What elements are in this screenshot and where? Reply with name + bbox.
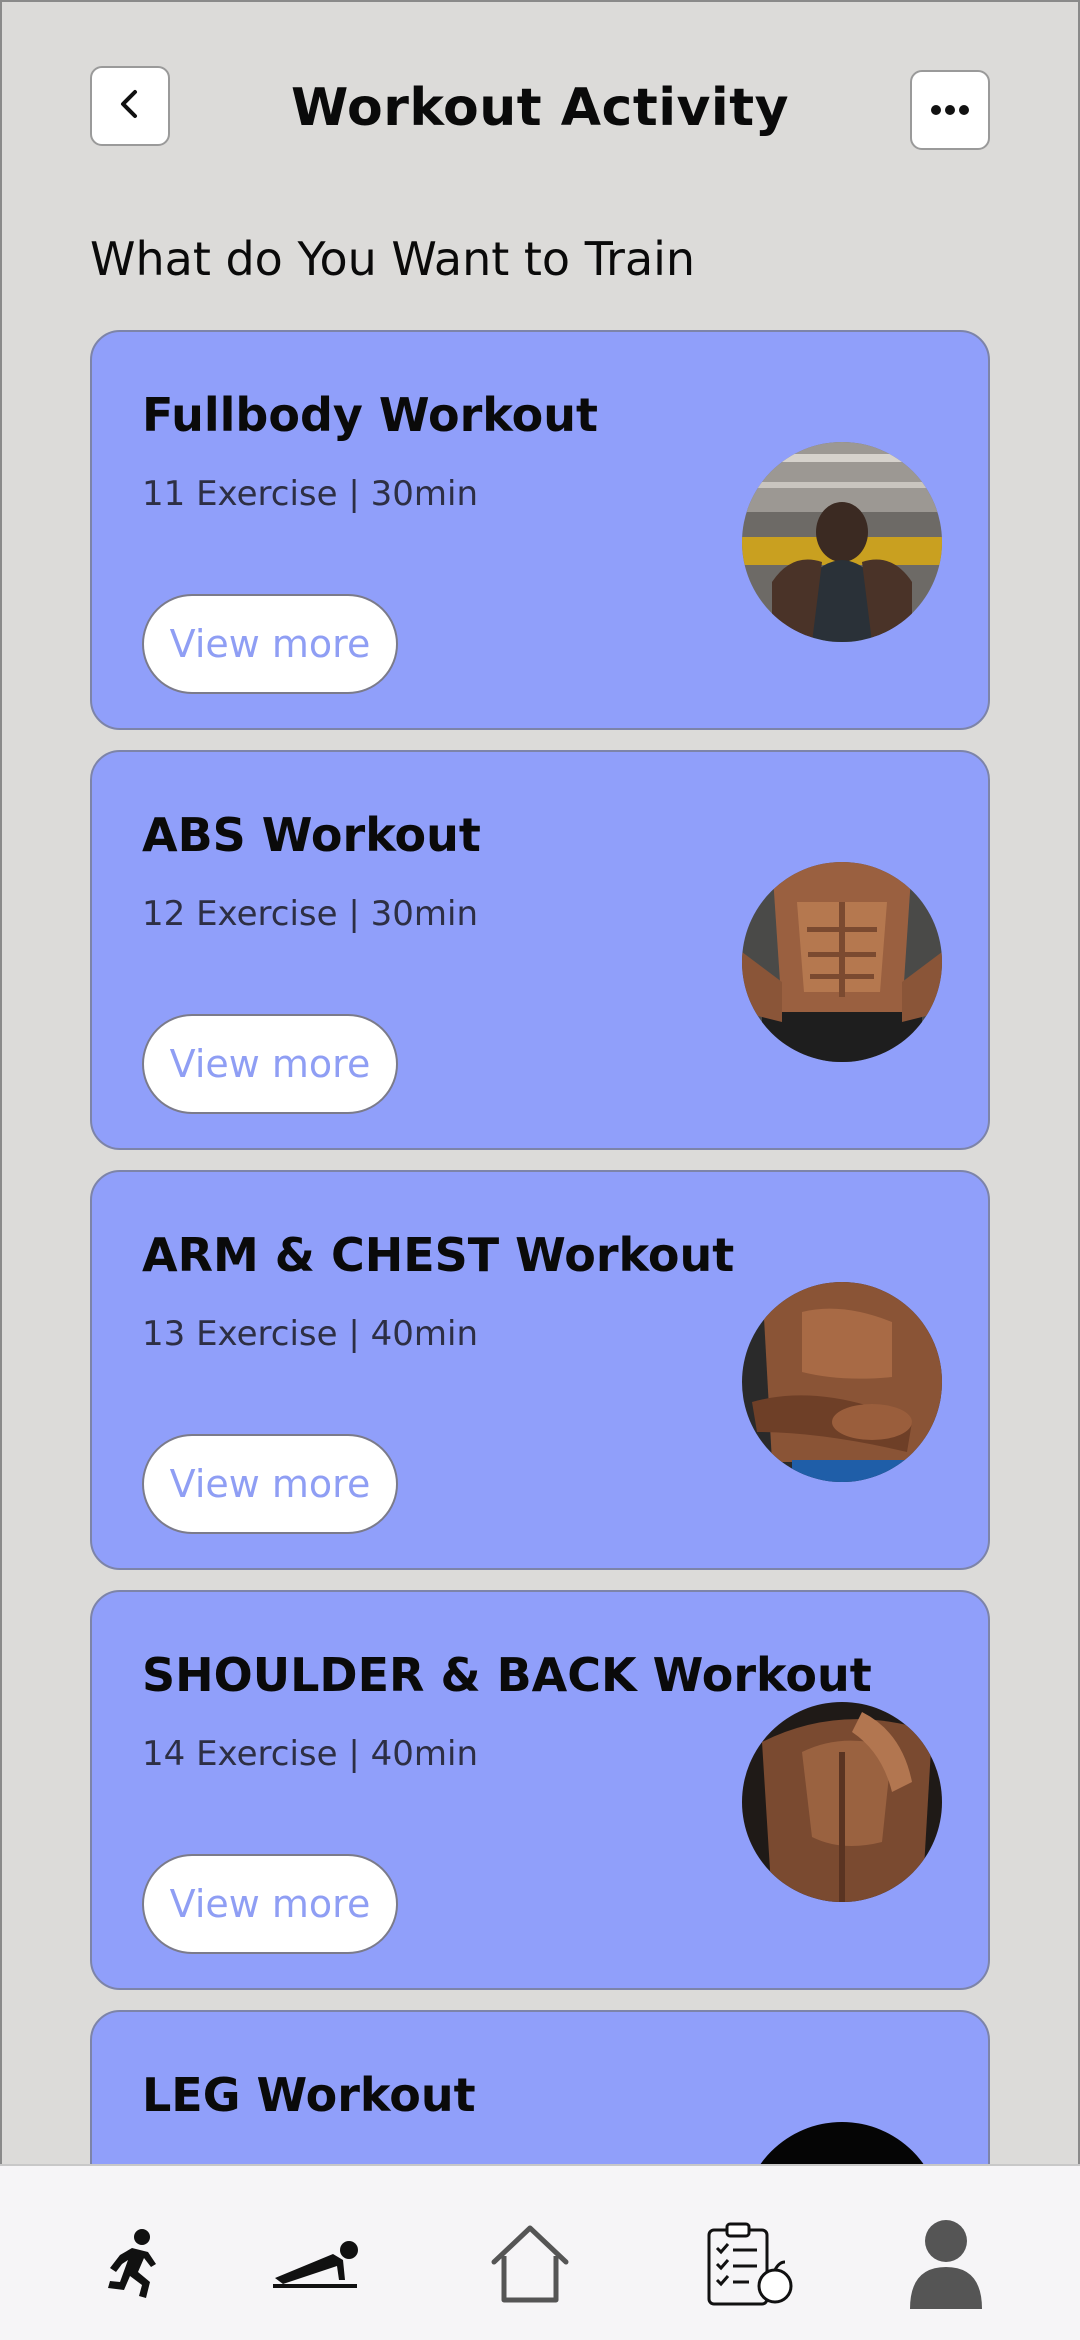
nav-item-meal-plan[interactable] [700, 2216, 800, 2316]
header: Workout Activity [0, 0, 1080, 230]
card-subtitle: 14 Exercise | 40min [142, 1734, 478, 1774]
abs-workout-photo [742, 862, 942, 1062]
profile-icon [906, 2219, 986, 2313]
card-title: LEG Workout [142, 2068, 476, 2122]
pushup-icon [271, 2234, 361, 2298]
card-title: ARM & CHEST Workout [142, 1228, 735, 1282]
view-more-button[interactable]: View more [142, 1014, 398, 1114]
ellipsis-icon [930, 101, 970, 120]
nav-item-workout[interactable] [266, 2216, 366, 2316]
nav-item-home[interactable] [480, 2216, 580, 2316]
arm-chest-workout-photo [742, 1282, 942, 1482]
section-title: What do You Want to Train [90, 232, 696, 286]
card-title: SHOULDER & BACK Workout [142, 1648, 872, 1702]
nav-item-profile[interactable] [896, 2216, 996, 2316]
view-more-button[interactable]: View more [142, 594, 398, 694]
running-icon [104, 2228, 168, 2304]
workout-card-shoulder-back[interactable]: SHOULDER & BACK Workout 14 Exercise | 40… [90, 1590, 990, 1990]
bottom-navigation [0, 2164, 1080, 2340]
nav-item-activity[interactable] [86, 2216, 186, 2316]
home-icon [488, 2222, 572, 2310]
workout-list: Fullbody Workout 11 Exercise | 30min Vie… [90, 330, 990, 2340]
meal-plan-icon [705, 2222, 795, 2310]
card-title: ABS Workout [142, 808, 481, 862]
card-subtitle: 13 Exercise | 40min [142, 1314, 478, 1354]
workout-card-abs[interactable]: ABS Workout 12 Exercise | 30min View mor… [90, 750, 990, 1150]
fullbody-workout-photo [742, 442, 942, 642]
shoulder-back-workout-photo [742, 1702, 942, 1902]
view-more-button[interactable]: View more [142, 1854, 398, 1954]
card-subtitle: 12 Exercise | 30min [142, 894, 478, 934]
view-more-button[interactable]: View more [142, 1434, 398, 1534]
workout-card-fullbody[interactable]: Fullbody Workout 11 Exercise | 30min Vie… [90, 330, 990, 730]
card-subtitle: 11 Exercise | 30min [142, 474, 478, 514]
card-title: Fullbody Workout [142, 388, 598, 442]
workout-card-arm-chest[interactable]: ARM & CHEST Workout 13 Exercise | 40min … [90, 1170, 990, 1570]
more-options-button[interactable] [910, 70, 990, 150]
